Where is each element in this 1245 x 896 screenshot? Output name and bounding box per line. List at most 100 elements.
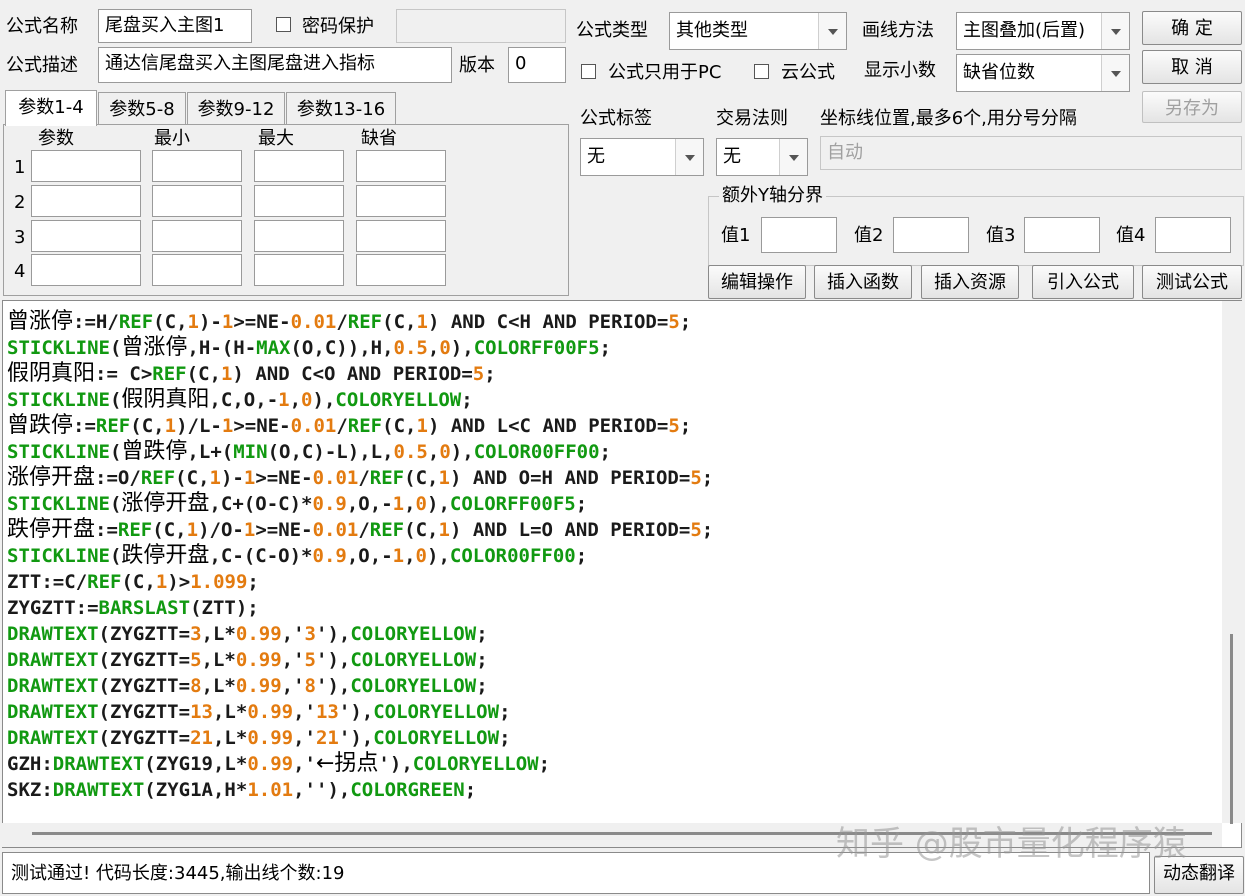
coord-line-input[interactable]: 自动 bbox=[820, 136, 1242, 170]
value-2-input[interactable] bbox=[893, 217, 969, 253]
param-row-number: 4 bbox=[14, 261, 26, 282]
chevron-down-icon[interactable] bbox=[779, 139, 807, 175]
param-1-max[interactable] bbox=[254, 150, 344, 182]
ok-button-label: 确 定 bbox=[1171, 18, 1213, 39]
value-3-label: 值3 bbox=[986, 225, 1016, 246]
test-formula-button[interactable]: 测试公式 bbox=[1142, 265, 1242, 299]
param-1-min[interactable] bbox=[152, 150, 242, 182]
param-4-max[interactable] bbox=[254, 254, 344, 286]
value-4-label: 值4 bbox=[1116, 225, 1146, 246]
password-input[interactable] bbox=[396, 9, 566, 43]
code-line: STICKLINE(跌停开盘,C-(C-O)*0.9,O,-1,0),COLOR… bbox=[7, 543, 588, 568]
param-4-min[interactable] bbox=[152, 254, 242, 286]
import-formula-button-label: 引入公式 bbox=[1047, 272, 1119, 293]
cancel-button[interactable]: 取 消 bbox=[1142, 50, 1242, 84]
value-4-input[interactable] bbox=[1155, 217, 1231, 253]
chevron-down-icon[interactable] bbox=[1101, 55, 1129, 91]
param-header-name: 参数 bbox=[38, 128, 74, 149]
tab-params-1-4[interactable]: 参数1-4 bbox=[5, 90, 97, 126]
dynamic-translate-button-label: 动态翻译 bbox=[1163, 863, 1235, 884]
param-2-name[interactable] bbox=[31, 185, 141, 217]
insert-function-button[interactable]: 插入函数 bbox=[814, 265, 912, 299]
param-1-default[interactable] bbox=[356, 150, 446, 182]
code-line: 跌停开盘:=REF(C,1)/O-1>=NE-0.01/REF(C,1) AND… bbox=[7, 517, 714, 542]
extra-y-label: 额外Y轴分界 bbox=[719, 187, 826, 205]
vertical-scrollbar[interactable] bbox=[1222, 301, 1242, 824]
cloud-checkbox[interactable] bbox=[754, 64, 769, 79]
insert-function-button-label: 插入函数 bbox=[827, 272, 899, 293]
decimals-label: 显示小数 bbox=[864, 60, 936, 81]
formula-type-select[interactable]: 其他类型 bbox=[669, 12, 847, 50]
pc-only-label: 公式只用于PC bbox=[608, 62, 722, 83]
formula-name-label: 公式名称 bbox=[6, 16, 78, 37]
version-input[interactable]: 0 bbox=[508, 47, 566, 83]
trade-rule-select[interactable]: 无 bbox=[716, 138, 808, 176]
param-3-name[interactable] bbox=[31, 220, 141, 252]
code-editor[interactable]: 曾涨停:=H/REF(C,1)-1>=NE-0.01/REF(C,1) AND … bbox=[2, 300, 1242, 848]
value-3-input[interactable] bbox=[1024, 217, 1100, 253]
watermark: 知乎 @股市量化程序猿 bbox=[836, 824, 1187, 864]
draw-method-label: 画线方法 bbox=[862, 20, 934, 41]
tab-params-9-12[interactable]: 参数9-12 bbox=[187, 92, 285, 124]
param-3-max[interactable] bbox=[254, 220, 344, 252]
formula-name-input[interactable]: 尾盘买入主图1 bbox=[98, 9, 252, 43]
ok-button[interactable]: 确 定 bbox=[1142, 11, 1242, 45]
vertical-scroll-thumb[interactable] bbox=[1230, 634, 1233, 824]
code-line: STICKLINE(假阴真阳,C,O,-1,0),COLORYELLOW; bbox=[7, 387, 473, 412]
chevron-down-icon[interactable] bbox=[1101, 13, 1129, 49]
param-4-default[interactable] bbox=[356, 254, 446, 286]
formula-desc-label: 公式描述 bbox=[6, 55, 78, 76]
param-2-max[interactable] bbox=[254, 185, 344, 217]
value-1-label: 值1 bbox=[721, 225, 751, 246]
param-3-default[interactable] bbox=[356, 220, 446, 252]
tab-params-13-16[interactable]: 参数13-16 bbox=[286, 92, 396, 124]
password-checkbox[interactable] bbox=[276, 17, 291, 32]
tab-params-5-8[interactable]: 参数5-8 bbox=[98, 92, 186, 124]
code-line: DRAWTEXT(ZYGZTT=21,L*0.99,'21'),COLORYEL… bbox=[7, 727, 511, 749]
decimals-select[interactable]: 缺省位数 bbox=[956, 54, 1130, 92]
trade-rule-value: 无 bbox=[723, 146, 741, 167]
code-line: 曾涨停:=H/REF(C,1)-1>=NE-0.01/REF(C,1) AND … bbox=[7, 309, 692, 334]
status-text: 测试通过! 代码长度:3445,输出线个数:19 bbox=[11, 863, 345, 884]
draw-method-select[interactable]: 主图叠加(后置) bbox=[956, 12, 1130, 50]
edit-ops-button[interactable]: 编辑操作 bbox=[708, 265, 806, 299]
code-text[interactable]: 曾涨停:=H/REF(C,1)-1>=NE-0.01/REF(C,1) AND … bbox=[7, 309, 713, 803]
param-2-min[interactable] bbox=[152, 185, 242, 217]
code-line: STICKLINE(涨停开盘,C+(O-C)*0.9,O,-1,0),COLOR… bbox=[7, 491, 588, 516]
param-3-min[interactable] bbox=[152, 220, 242, 252]
draw-method-value: 主图叠加(后置) bbox=[963, 20, 1086, 41]
param-row-number: 3 bbox=[14, 227, 26, 248]
extra-y-group: 额外Y轴分界 值1 值2 值3 值4 bbox=[708, 187, 1244, 266]
cancel-button-label: 取 消 bbox=[1171, 57, 1213, 78]
chevron-down-icon[interactable] bbox=[818, 13, 846, 49]
chevron-down-icon[interactable] bbox=[675, 139, 703, 175]
code-line: 涨停开盘:=O/REF(C,1)-1>=NE-0.01/REF(C,1) AND… bbox=[7, 465, 714, 490]
code-line: DRAWTEXT(ZYGZTT=5,L*0.99,'5'),COLORYELLO… bbox=[7, 649, 488, 671]
code-line: SKZ:DRAWTEXT(ZYG1A,H*1.01,''),COLORGREEN… bbox=[7, 779, 477, 801]
code-line: DRAWTEXT(ZYGZTT=3,L*0.99,'3'),COLORYELLO… bbox=[7, 623, 488, 645]
code-line: DRAWTEXT(ZYGZTT=13,L*0.99,'13'),COLORYEL… bbox=[7, 701, 511, 723]
value-1-input[interactable] bbox=[761, 217, 837, 253]
formula-tag-select[interactable]: 无 bbox=[580, 138, 704, 176]
param-4-name[interactable] bbox=[31, 254, 141, 286]
insert-resource-button[interactable]: 插入资源 bbox=[921, 265, 1019, 299]
code-line: ZYGZTT:=BARSLAST(ZTT); bbox=[7, 597, 259, 619]
param-header-max: 最大 bbox=[258, 128, 294, 149]
formula-tag-value: 无 bbox=[587, 146, 605, 167]
param-row-number: 2 bbox=[14, 192, 26, 213]
pc-only-checkbox[interactable] bbox=[581, 64, 596, 79]
param-2-default[interactable] bbox=[356, 185, 446, 217]
version-label: 版本 bbox=[459, 55, 495, 76]
param-panel: 参数 最小 最大 缺省 1 2 3 4 bbox=[3, 124, 569, 296]
code-line: 假阴真阳:= C>REF(C,1) AND C<O AND PERIOD=5; bbox=[7, 361, 496, 386]
save-as-button[interactable]: 另存为 bbox=[1142, 91, 1242, 123]
param-1-name[interactable] bbox=[31, 150, 141, 182]
test-formula-button-label: 测试公式 bbox=[1156, 272, 1228, 293]
password-label: 密码保护 bbox=[302, 16, 374, 37]
param-row-number: 1 bbox=[14, 157, 26, 178]
formula-desc-input[interactable]: 通达信尾盘买入主图尾盘进入指标 bbox=[98, 47, 452, 83]
code-line: DRAWTEXT(ZYGZTT=8,L*0.99,'8'),COLORYELLO… bbox=[7, 675, 488, 697]
formula-tag-label: 公式标签 bbox=[580, 108, 652, 129]
insert-resource-button-label: 插入资源 bbox=[934, 272, 1006, 293]
import-formula-button[interactable]: 引入公式 bbox=[1032, 265, 1134, 299]
